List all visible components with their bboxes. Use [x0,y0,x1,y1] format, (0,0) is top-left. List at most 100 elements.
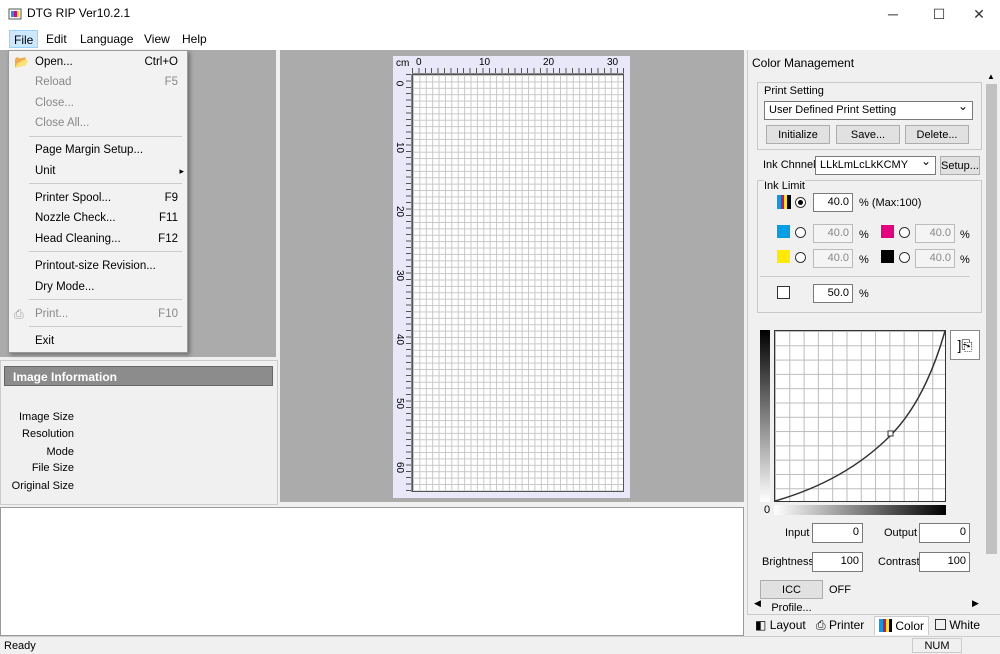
yellow-unit: % [859,254,869,266]
title-bar: DTG RIP Ver10.2.1 ─ ☐ ✕ [0,0,1000,28]
ruler-v-60: 60 [394,461,406,474]
black-unit: % [960,254,970,266]
total-limit-field[interactable]: 40.0 [813,193,853,212]
menu-print[interactable]: Print... F10 [35,304,190,324]
menu-separator [29,251,182,252]
white-swatch [777,286,790,299]
ink-channel-label: Ink Chnnel [763,159,816,171]
info-image-size: Image Size [18,411,74,423]
tone-curve-graph[interactable] [774,330,946,502]
setup-button[interactable]: Setup... [940,156,980,175]
tone-curve-line [775,331,945,501]
output-field[interactable]: 0 [919,523,970,543]
ruler-v-10: 10 [394,141,406,154]
white-limit-field[interactable]: 50.0 [813,284,853,303]
icc-profile-button[interactable]: ICC Profile... [760,580,823,614]
menu-close[interactable]: Close... [35,93,190,113]
print-area-grid[interactable] [412,74,624,492]
save-button[interactable]: Save... [836,125,900,144]
ink-limit-label: Ink Limit [764,180,805,192]
menu-head-cleaning[interactable]: Head Cleaning... F12 [35,229,190,249]
scroll-up-arrow-icon[interactable]: ▲ [987,72,995,81]
menu-help[interactable]: Help [178,30,211,48]
tab-layout-label: Layout [769,618,806,632]
tab-color-label: Color [895,619,925,633]
ruler-v-20: 20 [394,205,406,218]
black-limit-field[interactable]: 40.0 [915,249,955,268]
vertical-scrollbar[interactable]: ▲ [985,72,998,612]
total-limit-unit: % (Max:100) [859,197,922,209]
magenta-swatch [881,225,894,238]
ruler-unit: cm [396,58,410,69]
menu-file[interactable]: File [9,30,39,48]
menu-close-all[interactable]: Close All... [35,113,190,133]
tab-color[interactable]: Color [874,616,930,635]
cyan-unit: % [859,229,869,241]
menu-printout-size-revision[interactable]: Printout-size Revision... [35,256,190,276]
input-label: Input [785,527,810,539]
contrast-label: Contrast [878,556,920,568]
menu-bar: File Edit Language View Help [0,28,1000,50]
minimize-button[interactable]: ─ [870,0,916,28]
image-info-title: Image Information [4,366,273,386]
menu-printer-spool[interactable]: Printer Spool... F9 [35,188,190,208]
tab-printer-label: Printer [828,618,865,632]
yellow-limit-field[interactable]: 40.0 [813,249,853,268]
menu-nozzle-check[interactable]: Nozzle Check... F11 [35,208,190,228]
ruler-v-40: 40 [394,333,406,346]
print-setting-select[interactable]: User Defined Print Setting [764,98,973,120]
tab-layout[interactable]: ◧ Layout [755,616,806,635]
layout-icon: ◧ [755,618,767,632]
cyan-radio[interactable] [795,227,806,238]
menu-edit[interactable]: Edit [42,30,71,48]
horizontal-ruler [412,57,624,74]
close-button[interactable]: ✕ [956,0,1000,28]
brightness-field[interactable]: 100 [812,552,863,572]
status-bar: Ready NUM [0,636,1000,654]
ink-channel-select[interactable]: LLkLmLcLkKCMY [815,153,936,175]
menu-unit[interactable]: Unit ▸ [35,161,190,181]
menu-separator [29,326,182,327]
contrast-field[interactable]: 100 [919,552,970,572]
ruler-h-0: 0 [416,57,422,68]
menu-page-margin-setup[interactable]: Page Margin Setup... [35,140,190,160]
curve-reset-icon[interactable]: ]⎘ [950,330,980,360]
horizontal-gradient-bar [774,505,946,515]
yellow-radio[interactable] [795,252,806,263]
input-field[interactable]: 0 [812,523,863,543]
scroll-left-arrow-icon[interactable]: ◀ [754,598,761,609]
white-unit: % [859,288,869,300]
submenu-arrow-icon: ▸ [179,166,184,176]
ruler-v-50: 50 [394,397,406,410]
ruler-v-0: 0 [393,80,405,87]
curve-control-point [887,430,894,437]
initialize-button[interactable]: Initialize [766,125,830,144]
vertical-ruler [395,74,412,492]
menu-open[interactable]: Open... Ctrl+O [35,52,190,72]
ruler-h-10: 10 [479,57,491,68]
magenta-radio[interactable] [899,227,910,238]
total-limit-radio[interactable] [795,197,806,208]
panel-title: Color Management [752,56,855,70]
menu-separator [29,136,182,137]
cyan-limit-field[interactable]: 40.0 [813,224,853,243]
tab-printer[interactable]: ⎙ Printer [816,616,864,635]
magenta-limit-field[interactable]: 40.0 [915,224,955,243]
menu-dry-mode[interactable]: Dry Mode... [35,277,190,297]
menu-reload[interactable]: Reload F5 [35,72,190,92]
scroll-right-arrow-icon[interactable]: ▶ [972,598,979,609]
info-original-size: Original Size [11,480,74,492]
curve-origin-label: 0 [764,504,771,516]
menu-exit[interactable]: Exit [35,331,190,351]
ink-divider [760,276,970,277]
delete-button[interactable]: Delete... [905,125,969,144]
black-radio[interactable] [899,252,910,263]
menu-view[interactable]: View [140,30,174,48]
tab-white[interactable]: White [935,616,980,635]
menu-separator [29,299,182,300]
menu-language[interactable]: Language [76,30,137,48]
window-title: DTG RIP Ver10.2.1 [27,6,131,20]
ruler-h-30: 30 [607,57,619,68]
print-icon: ⎙ [14,307,24,321]
scroll-thumb[interactable] [986,84,997,554]
